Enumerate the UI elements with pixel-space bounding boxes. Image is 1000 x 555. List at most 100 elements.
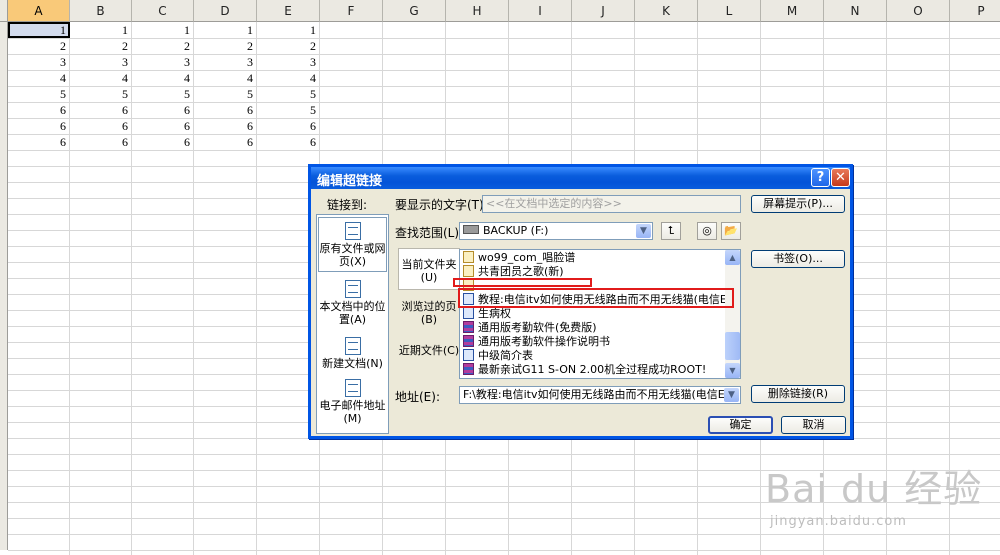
select-all-corner[interactable] [0,0,8,22]
file-list[interactable]: wo99_com_唱脸谱 共青团员之歌(新) 教程:电信itv如何使用无线路由而不用… [459,249,741,379]
column-header-o[interactable]: O [887,0,950,22]
file-item[interactable]: wo99_com_唱脸谱 [463,251,575,265]
cell-b6[interactable]: 6 [70,102,128,118]
row-header[interactable] [0,294,8,310]
cell-b7[interactable]: 6 [70,118,128,134]
cell-e3[interactable]: 3 [257,54,316,70]
scroll-thumb[interactable] [725,332,740,360]
up-one-folder-icon[interactable]: ⮤ [661,222,681,240]
display-text-input[interactable]: <<在文档中选定的内容>> [482,195,741,213]
cell-a3[interactable]: 3 [8,54,66,70]
row-header[interactable] [0,310,8,326]
cell-c6[interactable]: 6 [132,102,190,118]
row-header[interactable] [0,502,8,518]
row-header[interactable] [0,374,8,390]
cell-b5[interactable]: 5 [70,86,128,102]
row-header[interactable] [0,38,8,54]
screentip-button[interactable]: 屏幕提示(P)... [751,195,845,213]
scroll-up-icon[interactable]: ▲ [725,250,740,265]
column-header-b[interactable]: B [70,0,132,22]
ok-button[interactable]: 确定 [708,416,773,434]
cell-b2[interactable]: 2 [70,38,128,54]
column-header-c[interactable]: C [132,0,194,22]
cell-c1[interactable]: 1 [132,22,190,38]
close-button[interactable]: ✕ [831,168,850,187]
cell-c4[interactable]: 4 [132,70,190,86]
column-header-m[interactable]: M [761,0,824,22]
cell-d6[interactable]: 6 [194,102,253,118]
file-item[interactable]: 中级简介表 [463,349,533,363]
cell-c3[interactable]: 3 [132,54,190,70]
row-header[interactable] [0,326,8,342]
address-chevron-down-icon[interactable]: ▼ [724,388,739,402]
help-button[interactable]: ? [811,168,830,187]
cell-c7[interactable]: 6 [132,118,190,134]
bookmark-button[interactable]: 书签(O)... [751,250,845,268]
cell-b4[interactable]: 4 [70,70,128,86]
address-combo[interactable]: F:\教程:电信itv如何使用无线路由而不用无线猫(电信E ▼ [459,386,741,404]
cell-e2[interactable]: 2 [257,38,316,54]
row-header[interactable] [0,390,8,406]
cell-a2[interactable]: 2 [8,38,66,54]
cell-c8[interactable]: 6 [132,134,190,150]
link-to-existing-file[interactable]: 原有文件或网页(X) [318,217,387,272]
cell-e7[interactable]: 6 [257,118,316,134]
row-header[interactable] [0,534,8,550]
cell-e4[interactable]: 4 [257,70,316,86]
look-in-combo[interactable]: BACKUP (F:) ▼ [459,222,653,240]
cell-e1[interactable]: 1 [257,22,316,38]
row-header[interactable] [0,102,8,118]
cell-b8[interactable]: 6 [70,134,128,150]
row-header[interactable] [0,198,8,214]
row-header[interactable] [0,70,8,86]
row-header[interactable] [0,518,8,534]
cell-a1[interactable]: 1 [8,22,66,38]
row-header[interactable] [0,54,8,70]
cell-e6[interactable]: 5 [257,102,316,118]
file-list-scrollbar[interactable]: ▲ ▼ [725,250,740,378]
column-header-k[interactable]: K [635,0,698,22]
row-header[interactable] [0,454,8,470]
cell-a4[interactable]: 4 [8,70,66,86]
row-header[interactable] [0,486,8,502]
row-header[interactable] [0,22,8,38]
scroll-down-icon[interactable]: ▼ [725,363,740,378]
cell-d1[interactable]: 1 [194,22,253,38]
column-header-a[interactable]: A [8,0,70,22]
cell-d7[interactable]: 6 [194,118,253,134]
cell-c5[interactable]: 5 [132,86,190,102]
file-item[interactable]: 最新亲试G11 S-ON 2.00机全过程成功ROOT! [463,363,706,377]
column-header-g[interactable]: G [383,0,446,22]
cell-a5[interactable]: 5 [8,86,66,102]
row-header[interactable] [0,422,8,438]
cell-a8[interactable]: 6 [8,134,66,150]
row-header[interactable] [0,406,8,422]
row-header[interactable] [0,182,8,198]
browse-file-icon[interactable]: 📂 [721,222,741,240]
column-header-l[interactable]: L [698,0,761,22]
column-header-f[interactable]: F [320,0,383,22]
cell-e5[interactable]: 5 [257,86,316,102]
column-header-j[interactable]: J [572,0,635,22]
row-header[interactable] [0,166,8,182]
cell-b3[interactable]: 3 [70,54,128,70]
row-header[interactable] [0,246,8,262]
dialog-title-bar[interactable]: 编辑超链接 ? ✕ [311,167,850,189]
row-header[interactable] [0,86,8,102]
chevron-down-icon[interactable]: ▼ [636,224,651,238]
browsed-pages-tab[interactable]: 浏览过的页(B) [398,300,460,330]
column-header-d[interactable]: D [194,0,257,22]
cell-e8[interactable]: 6 [257,134,316,150]
cell-d8[interactable]: 6 [194,134,253,150]
cell-a7[interactable]: 6 [8,118,66,134]
link-to-place-in-document[interactable]: 本文档中的位置(A) [318,276,387,331]
file-item[interactable]: 通用版考勤软件操作说明书 [463,335,610,349]
row-header[interactable] [0,278,8,294]
row-header[interactable] [0,342,8,358]
row-header[interactable] [0,438,8,454]
current-folder-tab[interactable]: 当前文件夹(U) [398,248,460,290]
file-item[interactable]: 共青团员之歌(新) [463,265,564,279]
row-header[interactable] [0,262,8,278]
column-header-p[interactable]: P [950,0,1000,22]
file-item[interactable]: 通用版考勤软件(免费版) [463,321,597,335]
